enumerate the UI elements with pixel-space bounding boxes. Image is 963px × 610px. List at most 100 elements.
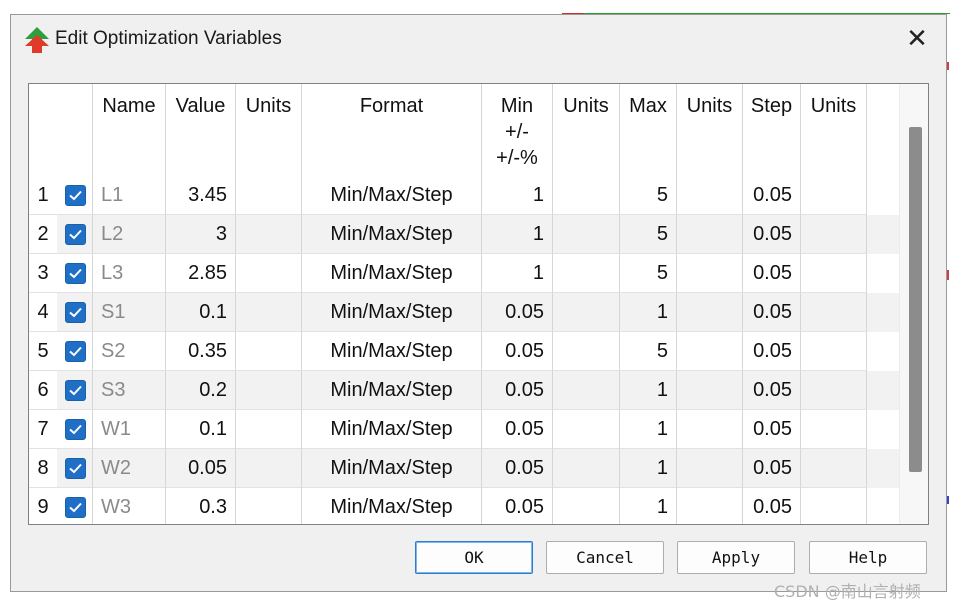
header-step[interactable]: Step: [743, 84, 801, 176]
value-units[interactable]: [236, 449, 302, 488]
variable-value[interactable]: 0.1: [166, 410, 236, 449]
max-units[interactable]: [677, 410, 743, 449]
checkbox-checked-icon[interactable]: [65, 341, 86, 362]
variable-max[interactable]: 1: [620, 293, 677, 332]
header-units[interactable]: Units: [677, 84, 743, 176]
max-units[interactable]: [677, 488, 743, 524]
variable-value[interactable]: 0.3: [166, 488, 236, 524]
table-row[interactable]: 1 L1 3.45 Min/Max/Step 1 5 0.05: [29, 176, 899, 215]
min-units[interactable]: [553, 449, 620, 488]
row-checkbox-cell[interactable]: [57, 293, 93, 332]
max-units[interactable]: [677, 449, 743, 488]
variable-step[interactable]: 0.05: [743, 332, 801, 371]
variable-step[interactable]: 0.05: [743, 254, 801, 293]
max-units[interactable]: [677, 254, 743, 293]
variable-format[interactable]: Min/Max/Step: [302, 332, 482, 371]
variable-min[interactable]: 1: [482, 176, 553, 215]
variable-min[interactable]: 0.05: [482, 410, 553, 449]
value-units[interactable]: [236, 410, 302, 449]
variable-step[interactable]: 0.05: [743, 488, 801, 524]
apply-button[interactable]: Apply: [677, 541, 795, 574]
row-checkbox-cell[interactable]: [57, 254, 93, 293]
max-units[interactable]: [677, 215, 743, 254]
min-units[interactable]: [553, 410, 620, 449]
step-units[interactable]: [801, 332, 867, 371]
cancel-button[interactable]: Cancel: [546, 541, 664, 574]
checkbox-checked-icon[interactable]: [65, 224, 86, 245]
variable-value[interactable]: 0.1: [166, 293, 236, 332]
variable-step[interactable]: 0.05: [743, 371, 801, 410]
header-units[interactable]: Units: [801, 84, 867, 176]
table-row[interactable]: 3 L3 2.85 Min/Max/Step 1 5 0.05: [29, 254, 899, 293]
value-units[interactable]: [236, 488, 302, 524]
value-units[interactable]: [236, 254, 302, 293]
variable-name[interactable]: L2: [93, 215, 166, 254]
min-units[interactable]: [553, 254, 620, 293]
variable-max[interactable]: 5: [620, 332, 677, 371]
variable-max[interactable]: 1: [620, 410, 677, 449]
step-units[interactable]: [801, 215, 867, 254]
table-row[interactable]: 8 W2 0.05 Min/Max/Step 0.05 1 0.05: [29, 449, 899, 488]
row-checkbox-cell[interactable]: [57, 449, 93, 488]
header-units[interactable]: Units: [236, 84, 302, 176]
variable-max[interactable]: 1: [620, 371, 677, 410]
variable-value[interactable]: 2.85: [166, 254, 236, 293]
min-units[interactable]: [553, 215, 620, 254]
close-icon[interactable]: ✕: [897, 23, 937, 57]
variable-min[interactable]: 0.05: [482, 293, 553, 332]
step-units[interactable]: [801, 293, 867, 332]
table-row[interactable]: 5 S2 0.35 Min/Max/Step 0.05 5 0.05: [29, 332, 899, 371]
scrollbar-thumb[interactable]: [909, 127, 922, 472]
variable-min[interactable]: 0.05: [482, 449, 553, 488]
value-units[interactable]: [236, 371, 302, 410]
variable-format[interactable]: Min/Max/Step: [302, 371, 482, 410]
variable-min[interactable]: 0.05: [482, 371, 553, 410]
variable-name[interactable]: W2: [93, 449, 166, 488]
table-row[interactable]: 6 S3 0.2 Min/Max/Step 0.05 1 0.05: [29, 371, 899, 410]
variable-format[interactable]: Min/Max/Step: [302, 293, 482, 332]
variable-name[interactable]: S2: [93, 332, 166, 371]
checkbox-checked-icon[interactable]: [65, 380, 86, 401]
variable-name[interactable]: S1: [93, 293, 166, 332]
value-units[interactable]: [236, 215, 302, 254]
table-row[interactable]: 2 L2 3 Min/Max/Step 1 5 0.05: [29, 215, 899, 254]
header-value[interactable]: Value: [166, 84, 236, 176]
variable-format[interactable]: Min/Max/Step: [302, 488, 482, 524]
max-units[interactable]: [677, 176, 743, 215]
checkbox-checked-icon[interactable]: [65, 458, 86, 479]
row-checkbox-cell[interactable]: [57, 215, 93, 254]
row-checkbox-cell[interactable]: [57, 371, 93, 410]
variable-format[interactable]: Min/Max/Step: [302, 215, 482, 254]
variable-name[interactable]: L1: [93, 176, 166, 215]
variable-name[interactable]: W1: [93, 410, 166, 449]
min-units[interactable]: [553, 176, 620, 215]
step-units[interactable]: [801, 254, 867, 293]
header-min[interactable]: Min +/- +/-%: [482, 84, 553, 176]
variable-name[interactable]: L3: [93, 254, 166, 293]
step-units[interactable]: [801, 449, 867, 488]
variable-max[interactable]: 5: [620, 254, 677, 293]
value-units[interactable]: [236, 332, 302, 371]
variable-value[interactable]: 0.35: [166, 332, 236, 371]
variable-step[interactable]: 0.05: [743, 215, 801, 254]
header-max[interactable]: Max: [620, 84, 677, 176]
max-units[interactable]: [677, 371, 743, 410]
value-units[interactable]: [236, 293, 302, 332]
table-row[interactable]: 7 W1 0.1 Min/Max/Step 0.05 1 0.05: [29, 410, 899, 449]
step-units[interactable]: [801, 410, 867, 449]
min-units[interactable]: [553, 371, 620, 410]
variable-format[interactable]: Min/Max/Step: [302, 176, 482, 215]
checkbox-checked-icon[interactable]: [65, 497, 86, 518]
step-units[interactable]: [801, 488, 867, 524]
vertical-scrollbar[interactable]: [899, 84, 928, 524]
row-checkbox-cell[interactable]: [57, 488, 93, 524]
variable-step[interactable]: 0.05: [743, 410, 801, 449]
variable-min[interactable]: 1: [482, 254, 553, 293]
variable-max[interactable]: 5: [620, 215, 677, 254]
variable-step[interactable]: 0.05: [743, 293, 801, 332]
row-checkbox-cell[interactable]: [57, 332, 93, 371]
variable-min[interactable]: 1: [482, 215, 553, 254]
table-row[interactable]: 4 S1 0.1 Min/Max/Step 0.05 1 0.05: [29, 293, 899, 332]
variable-value[interactable]: 0.05: [166, 449, 236, 488]
step-units[interactable]: [801, 176, 867, 215]
